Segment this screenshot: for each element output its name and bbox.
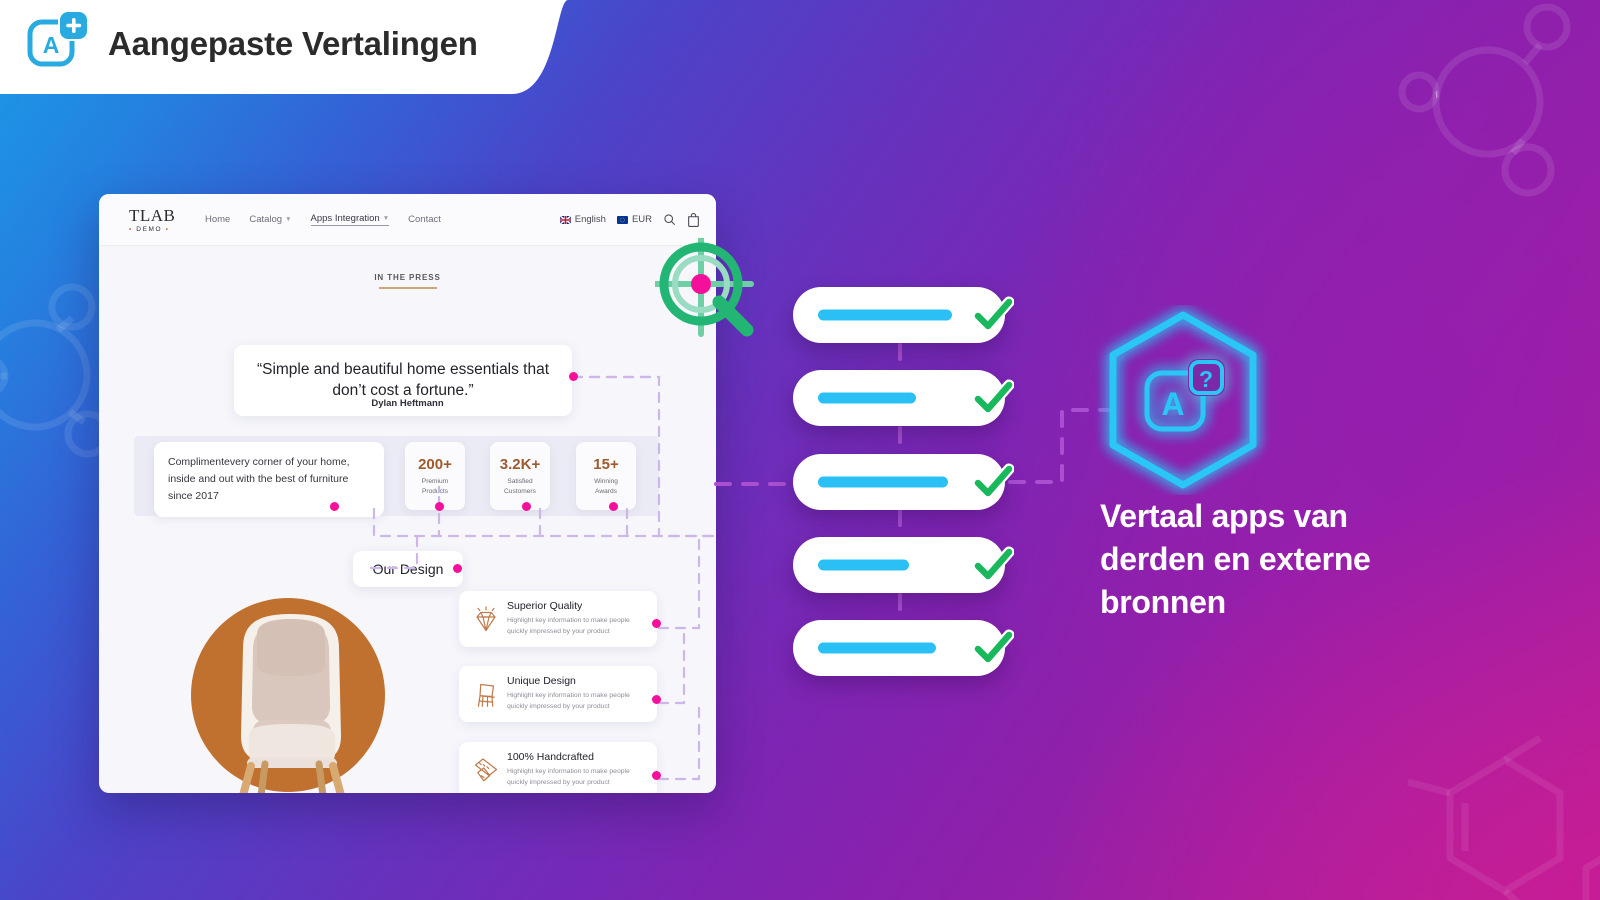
headline-line-2: derden en externe [1100, 540, 1371, 577]
target-magnifier-icon [655, 238, 754, 337]
site-nav-right: English EUR [559, 212, 700, 227]
stat-card-satisfied-customers: 3.2K+ Satisfied Customers [490, 442, 550, 510]
translation-row-2[interactable] [793, 370, 1014, 426]
nav-item-home[interactable]: Home [205, 214, 230, 225]
nav-item-contact[interactable]: Contact [408, 214, 441, 225]
feature-desc: Highlight key information to make people… [507, 768, 630, 786]
text-bar [818, 309, 952, 321]
headline-line-3: bronnen [1100, 583, 1226, 620]
stat-number: 200+ [418, 455, 452, 473]
diamond-icon [476, 606, 496, 632]
page-title: Aangepaste Vertalingen [108, 25, 478, 62]
stat-label: Winning Awards [594, 477, 618, 495]
check-icon [972, 546, 1014, 582]
stat-label: Premium Products [421, 477, 449, 495]
cart-icon[interactable] [687, 212, 700, 227]
headline: Vertaal apps van derden en externe bronn… [1100, 495, 1460, 624]
marker-dot [330, 502, 339, 511]
check-icon [972, 463, 1014, 499]
marker-dot [609, 502, 618, 511]
search-icon[interactable] [663, 213, 676, 226]
about-blurb-text: Complimentevery corner of your home, ins… [168, 456, 350, 502]
feature-card-superior-quality: Superior Quality Highlight key informati… [459, 591, 657, 647]
chair-icon [477, 683, 495, 707]
site-body: IN THE PRESS “Simple and beautiful home … [99, 246, 716, 793]
marker-dot [652, 619, 661, 628]
language-selector[interactable]: English [559, 214, 606, 225]
check-icon [972, 629, 1014, 665]
text-bar [818, 642, 936, 654]
feature-desc: Highlight key information to make people… [507, 692, 630, 710]
text-bar [818, 559, 909, 571]
translation-row-3[interactable] [793, 454, 1014, 510]
svg-text:?: ? [1199, 366, 1213, 392]
eu-flag-icon [616, 215, 628, 224]
text-bar [818, 476, 948, 488]
chevron-down-icon: ▼ [285, 216, 292, 223]
translation-row-1[interactable] [793, 287, 1014, 343]
press-quote-text: “Simple and beautiful home essentials th… [256, 361, 550, 400]
our-design-tag: Our Design [353, 551, 463, 587]
ruler-pencil-icon [474, 758, 498, 782]
about-blurb-card: Complimentevery corner of your home, ins… [154, 442, 384, 517]
feature-title: Unique Design [507, 675, 576, 687]
stat-number: 15+ [593, 455, 619, 473]
chevron-down-icon: ▼ [382, 215, 390, 222]
check-icon [972, 296, 1014, 332]
uk-flag-icon [559, 215, 571, 224]
nav-item-catalog[interactable]: Catalog ▼ [249, 214, 291, 225]
press-label: IN THE PRESS [374, 273, 441, 282]
stat-label: Satisfied Customers [504, 477, 536, 495]
marker-dot [652, 771, 661, 780]
marker-dot [453, 564, 462, 573]
marker-dot [569, 372, 578, 381]
site-logo-main: TLAB [129, 205, 176, 225]
marker-dot [435, 502, 444, 511]
translation-row-4[interactable] [793, 537, 1014, 593]
svg-text:A: A [1161, 386, 1184, 422]
press-underline [378, 287, 437, 289]
feature-card-unique-design: Unique Design Highlight key information … [459, 666, 657, 722]
stat-card-winning-awards: 15+ Winning Awards [576, 442, 636, 510]
press-quote-author: Dylan Heftmann [371, 398, 444, 409]
text-bar [818, 392, 916, 404]
site-nav-menu: Home Catalog ▼ Apps Integration ▼ Contac… [205, 213, 441, 226]
check-icon [972, 379, 1014, 415]
feature-title: Superior Quality [507, 600, 583, 612]
currency-label: EUR [631, 214, 652, 225]
translation-row-5[interactable] [793, 620, 1014, 676]
stat-card-premium-products: 200+ Premium Products [405, 442, 465, 510]
website-mockup: TLAB • DEMO • Home Catalog ▼ Apps Integr… [99, 194, 716, 793]
marker-dot [652, 695, 661, 704]
site-navbar: TLAB • DEMO • Home Catalog ▼ Apps Integr… [99, 194, 716, 246]
hexagon-translate-question-icon: A ? [1109, 311, 1257, 489]
feature-desc: Highlight key information to make people… [507, 617, 630, 635]
stat-number: 3.2K+ [499, 455, 541, 473]
site-logo-sub: • DEMO • [129, 225, 170, 233]
page-header: A Aangepaste Vertalingen [0, 0, 600, 94]
language-label: English [574, 214, 606, 225]
marker-dot [522, 502, 531, 511]
nav-item-apps-integration[interactable]: Apps Integration ▼ [310, 213, 390, 226]
armchair-image [239, 614, 345, 793]
feature-title: 100% Handcrafted [507, 751, 594, 763]
feature-card-handcrafted: 100% Handcrafted Highlight key informati… [459, 742, 657, 793]
currency-selector[interactable]: EUR [616, 214, 652, 225]
our-design-label: Our Design [372, 561, 444, 577]
site-logo: TLAB • DEMO • [129, 207, 181, 233]
svg-text:A: A [43, 32, 60, 58]
headline-line-1: Vertaal apps van [1100, 498, 1348, 534]
a-plus-translate-icon: A [27, 10, 89, 67]
